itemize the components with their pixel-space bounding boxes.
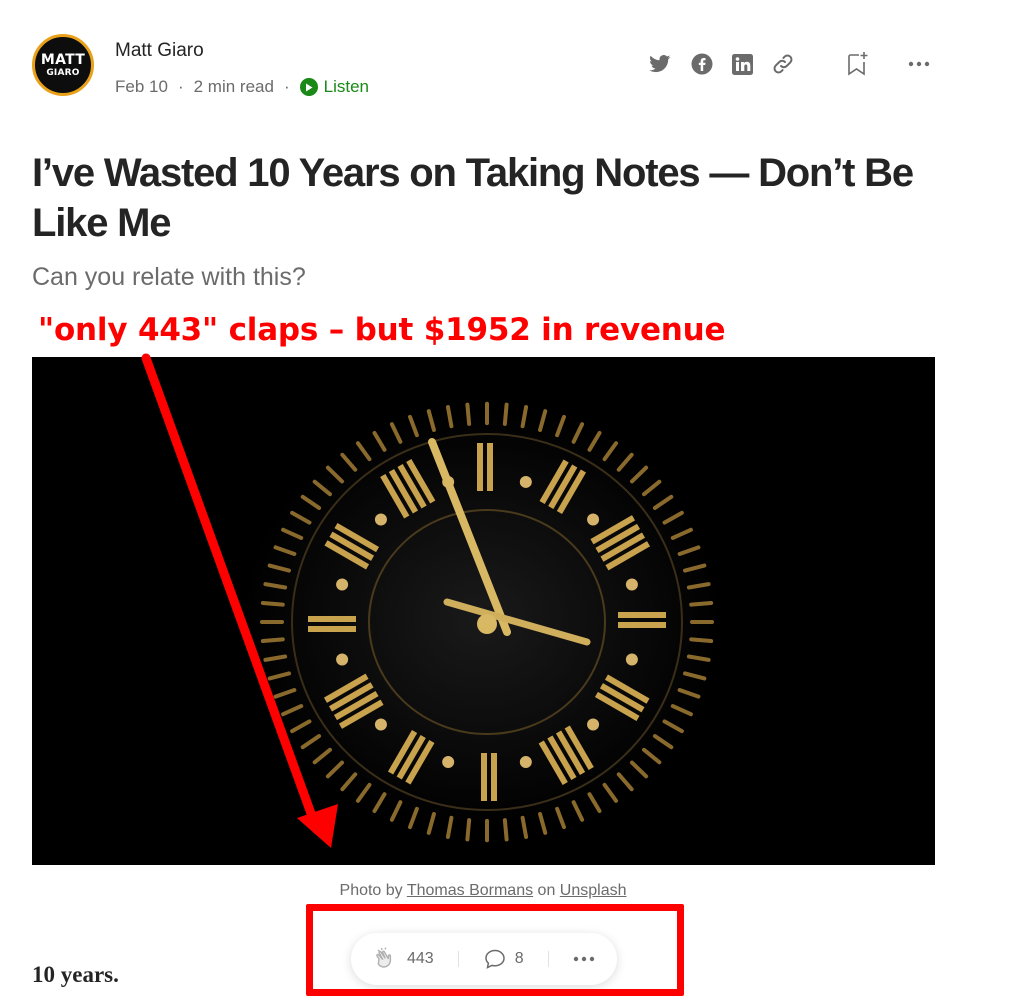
share-toolbar (648, 50, 932, 78)
facebook-icon[interactable] (690, 52, 714, 76)
author-name[interactable]: Matt Giaro (115, 40, 204, 62)
article-title: I’ve Wasted 10 Years on Taking Notes — D… (32, 151, 914, 245)
publish-date: Feb 10 (115, 77, 168, 96)
bookmark-add-icon[interactable] (844, 50, 870, 78)
more-icon[interactable] (906, 51, 932, 77)
article-subtitle: Can you relate with this? (32, 263, 306, 291)
avatar-text-line1: MATT (40, 51, 86, 68)
author-avatar[interactable]: MATT GIARO (32, 34, 94, 96)
unsplash-link[interactable]: Unsplash (560, 882, 627, 899)
meta-separator: · (283, 77, 290, 96)
caption-middle: on (533, 882, 560, 899)
avatar-text-line2: GIARO (46, 67, 80, 78)
listen-button[interactable]: Listen (299, 77, 369, 97)
play-icon (299, 78, 318, 96)
listen-label: Listen (323, 77, 369, 96)
meta-separator: · (177, 77, 184, 96)
clock-illustration (32, 357, 935, 865)
caption-prefix: Photo by (339, 882, 407, 899)
image-caption: Photo by Thomas Bormans on Unsplash (0, 882, 966, 900)
twitter-icon[interactable] (648, 52, 672, 76)
article-first-paragraph: 10 years. (32, 962, 119, 987)
hero-image (32, 357, 935, 865)
annotation-highlight-box (306, 904, 684, 996)
annotation-text: "only 443" claps – but $1952 in revenue (38, 312, 726, 348)
link-icon[interactable] (770, 51, 796, 77)
photographer-link[interactable]: Thomas Bormans (407, 882, 533, 899)
read-time: 2 min read (193, 77, 274, 96)
article-meta: Feb 10 · 2 min read · Listen (115, 77, 369, 97)
linkedin-icon[interactable] (730, 52, 754, 76)
